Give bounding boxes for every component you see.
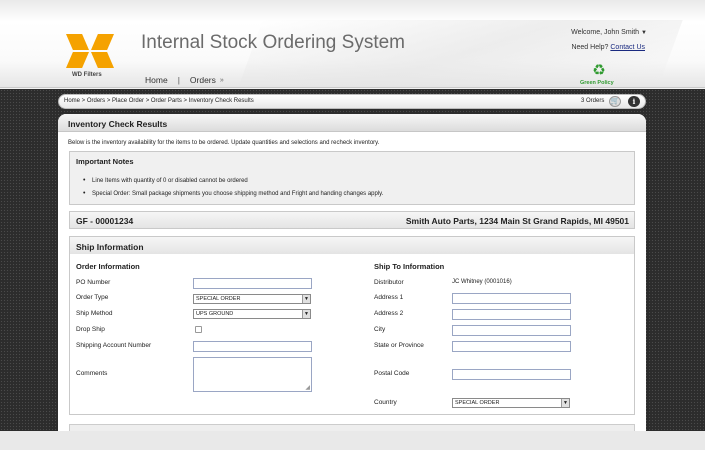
- page-title: Inventory Check Results: [68, 119, 168, 129]
- distributor-label: Distributor: [374, 279, 404, 286]
- po-number-input[interactable]: [193, 278, 312, 289]
- ship-method-label: Ship Method: [76, 310, 113, 317]
- next-section-header: [69, 424, 635, 431]
- country-select[interactable]: SPECIAL ORDER ▼: [452, 398, 570, 408]
- order-info-title: Order Information: [76, 262, 140, 271]
- recycle-icon[interactable]: ♻: [591, 63, 607, 79]
- address2-label: Address 2: [374, 310, 404, 317]
- cart-count[interactable]: 3 Orders: [581, 98, 604, 104]
- postal-code-label: Postal Code: [374, 370, 410, 377]
- order-bar: GF - 00001234 Smith Auto Parts, 1234 Mai…: [69, 211, 635, 229]
- panel-header: Inventory Check Results: [58, 114, 646, 132]
- city-label: City: [374, 326, 386, 333]
- logo-tile: [91, 52, 114, 68]
- order-id: GF - 00001234: [76, 216, 134, 226]
- comments-label: Comments: [76, 370, 108, 377]
- state-label: State or Province: [374, 342, 424, 349]
- contact-us-link[interactable]: Contact Us: [610, 44, 645, 51]
- logo-tile: [91, 34, 114, 50]
- drop-ship-label: Drop Ship: [76, 326, 105, 333]
- country-value: SPECIAL ORDER: [455, 400, 500, 406]
- ship-info-header: Ship Information: [69, 236, 635, 255]
- notes-title: Important Notes: [76, 157, 134, 166]
- drop-ship-checkbox[interactable]: [195, 326, 202, 333]
- resize-grip-icon[interactable]: ◢: [305, 384, 310, 391]
- main-nav: Home | Orders »: [145, 75, 224, 85]
- welcome-menu[interactable]: Welcome, John Smith ▼: [571, 29, 647, 36]
- caret-down-icon: ▼: [641, 30, 647, 36]
- note-item: Line Items with quantity of 0 or disable…: [83, 177, 248, 184]
- nav-separator: |: [177, 75, 180, 85]
- customer-address: Smith Auto Parts, 1234 Main St Grand Rap…: [405, 216, 629, 226]
- po-number-label: PO Number: [76, 279, 111, 286]
- intro-text: Below is the inventory availability for …: [68, 140, 380, 146]
- footer-background: [0, 431, 705, 450]
- ship-info-title: Ship Information: [76, 242, 144, 252]
- country-label: Country: [374, 399, 397, 406]
- cart-icon[interactable]: 🛒: [609, 96, 621, 107]
- city-input[interactable]: [452, 325, 571, 336]
- shipping-account-input[interactable]: [193, 341, 312, 352]
- inventory-panel: Inventory Check Results Below is the inv…: [58, 114, 646, 431]
- shipping-account-label: Shipping Account Number: [76, 342, 152, 349]
- comments-textarea[interactable]: ◢: [193, 357, 312, 392]
- help-area: Need Help? Contact Us: [571, 44, 645, 51]
- important-notes: Important Notes Line Items with quantity…: [69, 151, 635, 205]
- address1-label: Address 1: [374, 294, 404, 301]
- address2-input[interactable]: [452, 309, 571, 320]
- chevron-down-icon: ▼: [561, 399, 569, 407]
- logo-text: WD Filters: [72, 72, 102, 78]
- chevron-down-icon: ▼: [302, 310, 310, 318]
- ship-method-select[interactable]: UPS GROUND ▼: [193, 309, 311, 319]
- green-policy-link[interactable]: Green Policy: [580, 80, 614, 86]
- state-input[interactable]: [452, 341, 571, 352]
- note-item: Special Order: Small package shipments y…: [83, 190, 383, 197]
- info-icon[interactable]: i: [628, 96, 640, 107]
- need-help-text: Need Help?: [571, 44, 609, 51]
- app-title: Internal Stock Ordering System: [141, 32, 405, 53]
- order-type-select[interactable]: SPECIAL ORDER ▼: [193, 294, 311, 304]
- order-type-label: Order Type: [76, 294, 109, 301]
- double-chevron-down-icon[interactable]: »: [220, 77, 224, 84]
- chevron-down-icon: ▼: [302, 295, 310, 303]
- address1-input[interactable]: [452, 293, 571, 304]
- postal-code-input[interactable]: [452, 369, 571, 380]
- order-type-value: SPECIAL ORDER: [196, 296, 241, 302]
- nav-home[interactable]: Home: [145, 75, 168, 85]
- header: WD Filters Internal Stock Ordering Syste…: [0, 0, 705, 88]
- ship-to-title: Ship To Information: [374, 262, 445, 271]
- distributor-value: JC Whitney (0001016): [452, 279, 512, 285]
- ship-info-body: Order Information PO Number Order Type S…: [69, 254, 635, 415]
- logo-tile: [66, 34, 89, 50]
- nav-orders[interactable]: Orders: [190, 75, 216, 85]
- ship-method-value: UPS GROUND: [196, 311, 234, 317]
- welcome-text: Welcome, John Smith: [571, 29, 640, 36]
- logo-tile: [66, 52, 89, 68]
- breadcrumb-bar: Home > Orders > Place Order > Order Part…: [58, 94, 646, 109]
- breadcrumb[interactable]: Home > Orders > Place Order > Order Part…: [64, 98, 254, 104]
